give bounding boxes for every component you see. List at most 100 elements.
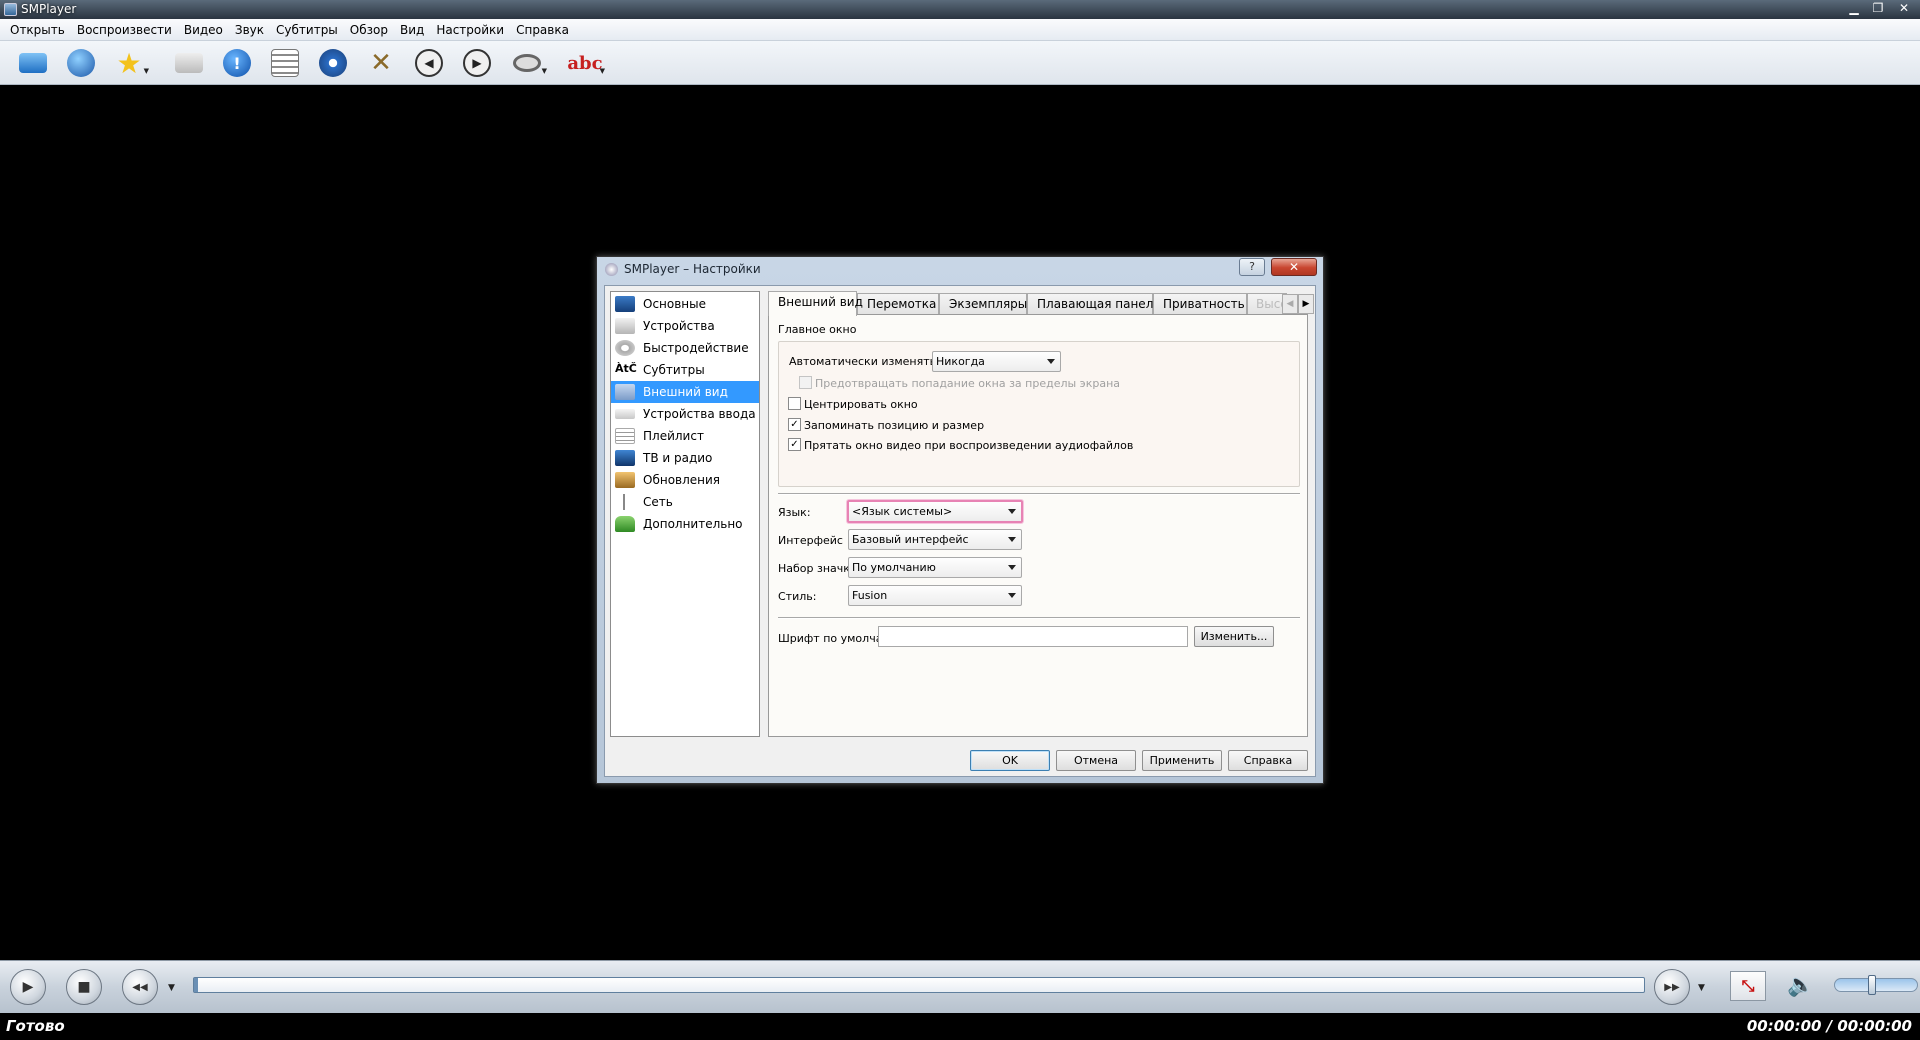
chevron-down-icon — [1008, 593, 1016, 598]
volume-handle[interactable] — [1868, 975, 1877, 995]
category-appearance[interactable]: Внешний вид — [611, 381, 759, 403]
tv-icon — [615, 450, 635, 466]
settings-tabs: Внешний вид Перемотка Экземпляры Плавающ… — [768, 291, 1314, 316]
remember-position-checkbox[interactable]: ✓ — [788, 418, 801, 431]
subtitles-abc-icon[interactable]: abc ▼ — [567, 47, 605, 79]
category-advanced[interactable]: Дополнительно — [611, 513, 759, 535]
menu-options[interactable]: Настройки — [430, 19, 510, 41]
forward-button[interactable]: ▶▶ — [1654, 969, 1690, 1005]
tab-seeking[interactable]: Перемотка — [857, 293, 939, 315]
category-network[interactable]: Сеть — [611, 491, 759, 513]
main-window-heading: Главное окно — [778, 323, 857, 336]
menu-video[interactable]: Видео — [178, 19, 229, 41]
ok-button[interactable]: OK — [970, 750, 1050, 771]
close-button[interactable]: ✕ — [1892, 0, 1916, 18]
video-equalizer-icon[interactable] — [316, 47, 350, 79]
info-icon[interactable]: ! — [220, 47, 254, 79]
hide-video-checkbox[interactable]: ✓ — [788, 438, 801, 451]
category-list: Основные Устройства Быстродействие ÀtČ Су… — [610, 291, 760, 737]
dialog-close-button[interactable]: ✕ — [1271, 258, 1317, 276]
category-performance[interactable]: Быстродействие — [611, 337, 759, 359]
forward-menu-icon[interactable]: ▼ — [1698, 983, 1705, 993]
category-drives[interactable]: Устройства — [611, 315, 759, 337]
menu-browse[interactable]: Обзор — [344, 19, 394, 41]
favorites-star-icon[interactable]: ★ ▼ — [112, 47, 149, 80]
appearance-page: Главное окно Автоматически изменять разм… — [768, 314, 1308, 737]
keyboard-icon — [615, 409, 635, 419]
menubar: Открыть Воспроизвести Видео Звук Субтитр… — [0, 19, 1920, 41]
advanced-icon — [615, 516, 635, 532]
status-text: Готово — [6, 1017, 65, 1035]
audio-track-icon[interactable]: ▼ — [510, 47, 547, 79]
hide-video-label: Прятать окно видео при воспроизведении а… — [804, 439, 1134, 452]
iconset-combo[interactable]: По умолчанию — [848, 557, 1022, 578]
prevent-offscreen-checkbox[interactable] — [799, 376, 812, 389]
seek-slider[interactable] — [193, 977, 1645, 993]
rewind-button[interactable]: ◀◀ — [122, 969, 158, 1005]
category-updates[interactable]: Обновления — [611, 469, 759, 491]
tab-high-dpi[interactable]: Высо — [1247, 293, 1287, 315]
rewind-menu-icon[interactable]: ▼ — [168, 983, 175, 993]
gear-icon — [615, 340, 635, 356]
next-track-icon[interactable]: ▶ — [460, 47, 494, 79]
default-font-field[interactable] — [878, 626, 1188, 647]
language-combo[interactable]: <Язык системы> — [847, 500, 1023, 523]
center-window-checkbox[interactable] — [788, 397, 801, 410]
category-general[interactable]: Основные — [611, 293, 759, 315]
preferences-tools-icon[interactable]: ✕ — [364, 47, 398, 79]
previous-track-icon[interactable]: ◀ — [412, 47, 446, 79]
style-label: Стиль: — [778, 590, 817, 603]
tab-appearance[interactable]: Внешний вид — [768, 291, 863, 316]
interface-combo[interactable]: Базовый интерфейс — [848, 529, 1022, 550]
category-input-devices[interactable]: Устройства ввода — [611, 403, 759, 425]
seek-handle[interactable] — [194, 978, 198, 992]
tab-privacy[interactable]: Приватность — [1153, 293, 1247, 315]
minimize-button[interactable]: ▁ — [1842, 0, 1866, 18]
menu-audio[interactable]: Звук — [229, 19, 270, 41]
menu-help[interactable]: Справка — [510, 19, 575, 41]
menu-view[interactable]: Вид — [394, 19, 430, 41]
stop-button[interactable]: ■ — [66, 969, 102, 1005]
smplayer-app-icon — [4, 3, 17, 16]
menu-open[interactable]: Открыть — [4, 19, 71, 41]
rewind-icon: ◀◀ — [132, 981, 148, 993]
open-folder-icon[interactable] — [16, 47, 50, 79]
tab-instances[interactable]: Экземпляры — [939, 293, 1027, 315]
tab-floating-control[interactable]: Плавающая панель — [1027, 293, 1160, 315]
volume-icon[interactable]: 🔈 — [1786, 971, 1816, 1001]
autoresize-combo[interactable]: Никогда — [932, 351, 1061, 372]
dialog-body: Основные Устройства Быстродействие ÀtČ Су… — [604, 285, 1316, 777]
remember-position-label: Запоминать позицию и размер — [804, 419, 985, 432]
main-window-group: Автоматически изменять размер: Никогда П… — [778, 341, 1300, 487]
category-subtitles[interactable]: ÀtČ Субтитры — [611, 359, 759, 381]
network-icon — [615, 494, 635, 510]
cancel-button[interactable]: Отмена — [1056, 750, 1136, 771]
fullscreen-icon[interactable]: ⤡ — [1730, 971, 1766, 1001]
tab-scroll-left-icon[interactable]: ◀ — [1282, 294, 1298, 314]
menu-subtitles[interactable]: Субтитры — [270, 19, 344, 41]
tab-scroll-right-icon[interactable]: ▶ — [1298, 294, 1314, 314]
language-label: Язык: — [778, 506, 811, 519]
category-playlist[interactable]: Плейлист — [611, 425, 759, 447]
play-button[interactable]: ▶ — [10, 969, 46, 1005]
category-tv-radio[interactable]: ТВ и радио — [611, 447, 759, 469]
apply-button[interactable]: Применить — [1142, 750, 1222, 771]
globe-icon[interactable] — [64, 47, 98, 79]
devices-icon — [615, 318, 635, 334]
subtitle-text-icon: ÀtČ — [615, 362, 637, 375]
help-button[interactable]: Справка — [1228, 750, 1308, 771]
change-font-button[interactable]: Изменить... — [1194, 626, 1274, 647]
screenshot-camera-icon[interactable] — [172, 47, 206, 79]
status-bar: Готово 00:00:00 / 00:00:00 — [0, 1013, 1920, 1040]
separator — [778, 617, 1300, 619]
window-title: SMPlayer — [21, 2, 77, 16]
settings-dialog: SMPlayer – Настройки ? ✕ Основные Устрой… — [596, 256, 1324, 784]
playlist-icon[interactable] — [268, 47, 302, 79]
appearance-icon — [615, 384, 635, 400]
maximize-button[interactable]: ❐ — [1866, 0, 1890, 18]
interface-label: Интерфейс — [778, 534, 843, 547]
dialog-help-button[interactable]: ? — [1239, 258, 1265, 276]
menu-play[interactable]: Воспроизвести — [71, 19, 178, 41]
center-window-label: Центрировать окно — [804, 398, 918, 411]
style-combo[interactable]: Fusion — [848, 585, 1022, 606]
